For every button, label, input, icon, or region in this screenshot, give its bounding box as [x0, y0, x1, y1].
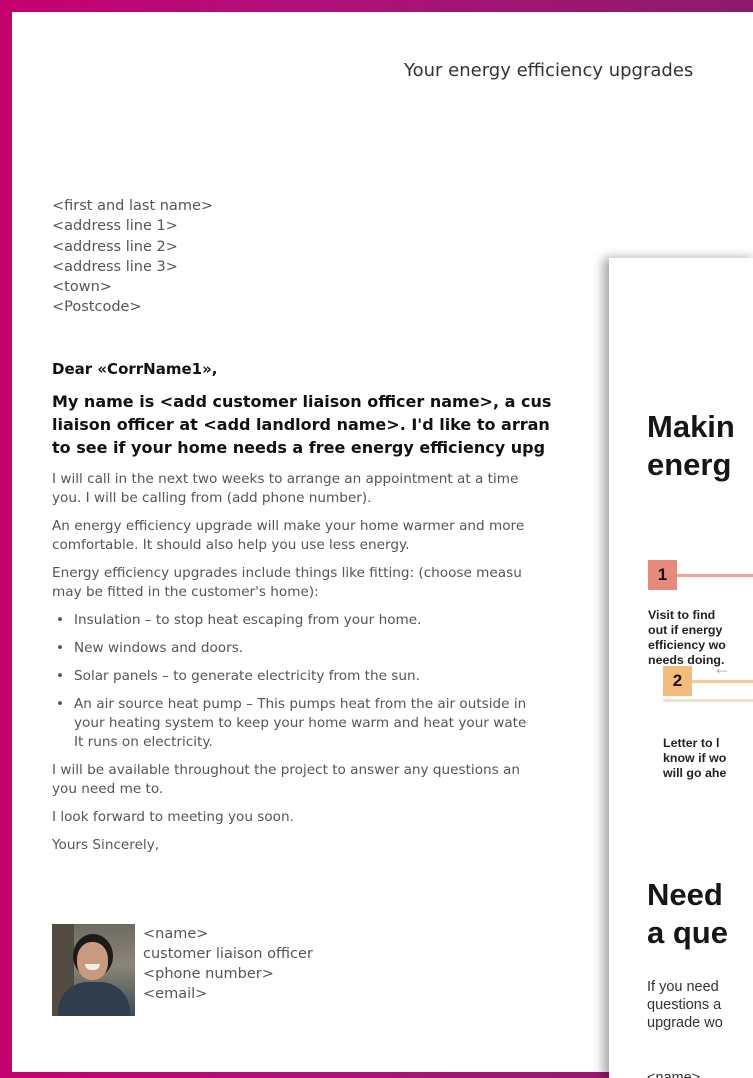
- signature-name: <name>: [143, 926, 209, 942]
- upgrade-list-item: An air source heat pump – This pumps hea…: [52, 695, 672, 752]
- address-line: <Postcode>: [52, 299, 142, 316]
- signature-role: customer liaison officer: [143, 946, 313, 962]
- recipient-address: <first and last name> <address line 1> <…: [52, 196, 213, 318]
- body-paragraph: Energy efficiency upgrades include thing…: [52, 565, 522, 600]
- letter-header-title: Your energy efficiency upgrades: [404, 60, 694, 81]
- letter-body: I will call in the next two weeks to arr…: [52, 470, 672, 864]
- signature-phone: <phone number>: [143, 966, 274, 982]
- intro-line: liaison officer at <add landlord name>. …: [52, 415, 550, 434]
- address-line: <town>: [52, 279, 112, 296]
- upgrade-list-item: Solar panels – to generate electricity f…: [52, 667, 672, 686]
- address-line: <first and last name>: [52, 198, 214, 214]
- salutation: Dear «CorrName1»,: [52, 360, 218, 378]
- intro-line: to see if your home needs a free energy …: [52, 438, 546, 457]
- body-paragraph: I look forward to meeting you soon.: [52, 809, 294, 825]
- step-number-badge: 1: [648, 560, 677, 590]
- upgrade-list: Insulation – to stop heat escaping from …: [52, 611, 672, 752]
- upgrade-list-item: Insulation – to stop heat escaping from …: [52, 611, 672, 630]
- leaflet-title-line: Makin: [647, 409, 735, 444]
- contact-name: <name>: [647, 1070, 701, 1078]
- intro-heading: My name is <add customer liaison officer…: [52, 390, 652, 459]
- arrow-left-icon: ←: [713, 658, 731, 678]
- intro-line: My name is <add customer liaison officer…: [52, 392, 552, 411]
- upgrade-list-item: New windows and doors.: [52, 639, 672, 658]
- step-connector: [692, 680, 753, 683]
- step-number-badge: 2: [663, 666, 692, 696]
- address-line: <address line 3>: [52, 258, 178, 275]
- need-help-heading: Need a que: [647, 876, 728, 952]
- need-help-heading-line: Need: [647, 877, 723, 912]
- leaflet-page: Makin energ 1 Visit to find out if energ…: [609, 258, 753, 1078]
- need-help-text: If you need questions a upgrade wo: [647, 979, 723, 1031]
- leaflet-title: Makin energ: [647, 408, 735, 484]
- signature-details: <name> customer liaison officer <phone n…: [143, 924, 313, 1004]
- step-text: Letter to l know if wo will go ahe: [663, 736, 727, 780]
- body-paragraph: I will call in the next two weeks to arr…: [52, 471, 519, 506]
- need-help-heading-line: a que: [647, 915, 728, 950]
- address-line: <address line 1>: [52, 218, 178, 235]
- body-paragraph: An energy efficiency upgrade will make y…: [52, 518, 525, 553]
- step-connector: [663, 699, 753, 702]
- officer-photo: [52, 924, 135, 1016]
- step-connector: [677, 574, 753, 577]
- leaflet-title-line: energ: [647, 447, 732, 482]
- address-line: <address line 2>: [52, 238, 178, 255]
- signature-email: <email>: [143, 986, 208, 1002]
- body-paragraph: I will be available throughout the proje…: [52, 762, 520, 797]
- sign-off: Yours Sincerely,: [52, 837, 160, 853]
